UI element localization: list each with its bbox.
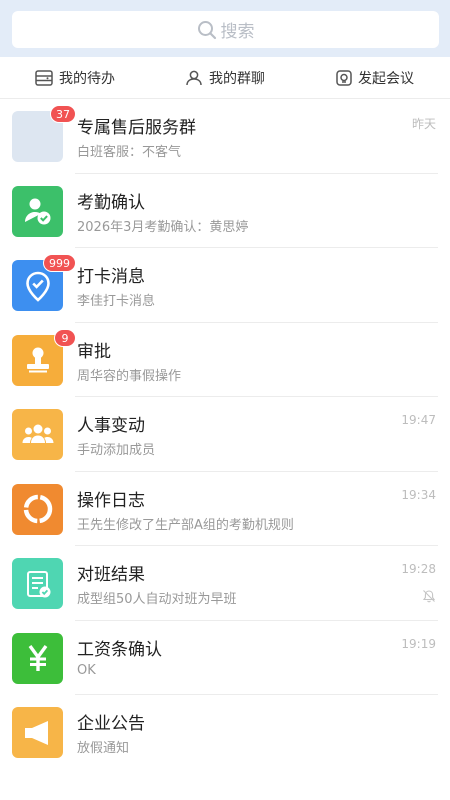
search-bar: 搜索: [0, 0, 450, 57]
message-preview: 白班客服：不客气: [77, 145, 182, 160]
tab-label: 我的群聊: [209, 70, 265, 87]
operation-log-icon: [12, 483, 63, 535]
tab-my-group-chat[interactable]: 我的群聊: [150, 57, 300, 98]
todo-icon: [35, 69, 53, 86]
list-item[interactable]: 9 审批 周华容的事假操作: [0, 322, 450, 397]
unread-badge: 37: [50, 105, 76, 123]
list-item[interactable]: 对班结果 成型组50人自动对班为早班 19:28: [0, 546, 450, 621]
message-title: 对班结果: [77, 565, 145, 585]
list-item[interactable]: 37 专属售后服务群 白班客服：不客气 昨天: [0, 99, 450, 174]
message-title: 打卡消息: [77, 267, 145, 287]
approval-stamp-icon: 9: [12, 328, 76, 386]
message-title: 操作日志: [77, 490, 145, 511]
shift-result-icon: [12, 558, 63, 609]
tab-my-todo[interactable]: 我的待办: [0, 57, 150, 98]
announcement-icon: [12, 707, 63, 758]
checkin-location-icon: 999: [12, 254, 76, 311]
tab-label: 我的待办: [59, 70, 115, 87]
unread-badge: 999: [43, 254, 76, 272]
message-time: 19:28: [401, 562, 436, 576]
message-preview: 李佳打卡消息: [77, 294, 156, 309]
list-item[interactable]: 操作日志 王先生修改了生产部A组的考勤机规则 19:34: [0, 471, 450, 546]
tab-label: 发起会议: [358, 70, 414, 87]
attendance-confirm-icon: [12, 185, 63, 237]
message-title: 工资条确认: [77, 639, 162, 660]
message-title: 企业公告: [77, 714, 145, 734]
search-icon: [197, 20, 216, 39]
message-title: 专属售后服务群: [77, 118, 196, 138]
message-preview: 周华容的事假操作: [77, 368, 182, 384]
list-item[interactable]: 企业公告 放假通知: [0, 695, 450, 770]
message-preview: 放假通知: [77, 741, 130, 756]
search-placeholder: 搜索: [220, 22, 255, 42]
group-chat-icon: [186, 70, 202, 85]
payslip-yen-icon: [12, 632, 63, 684]
message-time: 昨天: [411, 117, 436, 131]
message-time: 19:47: [401, 413, 436, 427]
unread-badge: 9: [54, 328, 76, 347]
message-list: 37 专属售后服务群 白班客服：不客气 昨天 考勤确认 2026年3月考勤确认：…: [0, 99, 450, 770]
list-item[interactable]: 人事变动 手动添加成员 19:47: [0, 397, 450, 472]
message-title: 人事变动: [77, 416, 145, 436]
quick-tabs: 我的待办 我的群聊 发起会议: [0, 57, 450, 99]
list-item[interactable]: 工资条确认 OK 19:19: [0, 620, 450, 695]
message-preview: 成型组50人自动对班为早班: [77, 592, 237, 607]
message-time: 19:34: [401, 487, 436, 502]
search-input[interactable]: 搜索: [12, 11, 439, 48]
message-preview: 王先生修改了生产部A组的考勤机规则: [77, 517, 294, 533]
message-title: 审批: [77, 341, 111, 362]
message-preview: 2026年3月考勤确认：黄思婷: [77, 219, 249, 235]
meeting-icon: [336, 69, 352, 86]
personnel-change-icon: [12, 409, 63, 460]
list-item[interactable]: 999 打卡消息 李佳打卡消息: [0, 248, 450, 323]
list-item[interactable]: 考勤确认 2026年3月考勤确认：黄思婷: [0, 173, 450, 248]
message-time: 19:19: [401, 636, 436, 651]
tab-start-meeting[interactable]: 发起会议: [300, 57, 450, 98]
mute-bell-icon: [422, 590, 436, 603]
message-preview: OK: [77, 662, 96, 678]
message-title: 考勤确认: [77, 192, 145, 213]
group-avatar-icon: 37: [12, 105, 76, 162]
message-preview: 手动添加成员: [77, 443, 156, 458]
